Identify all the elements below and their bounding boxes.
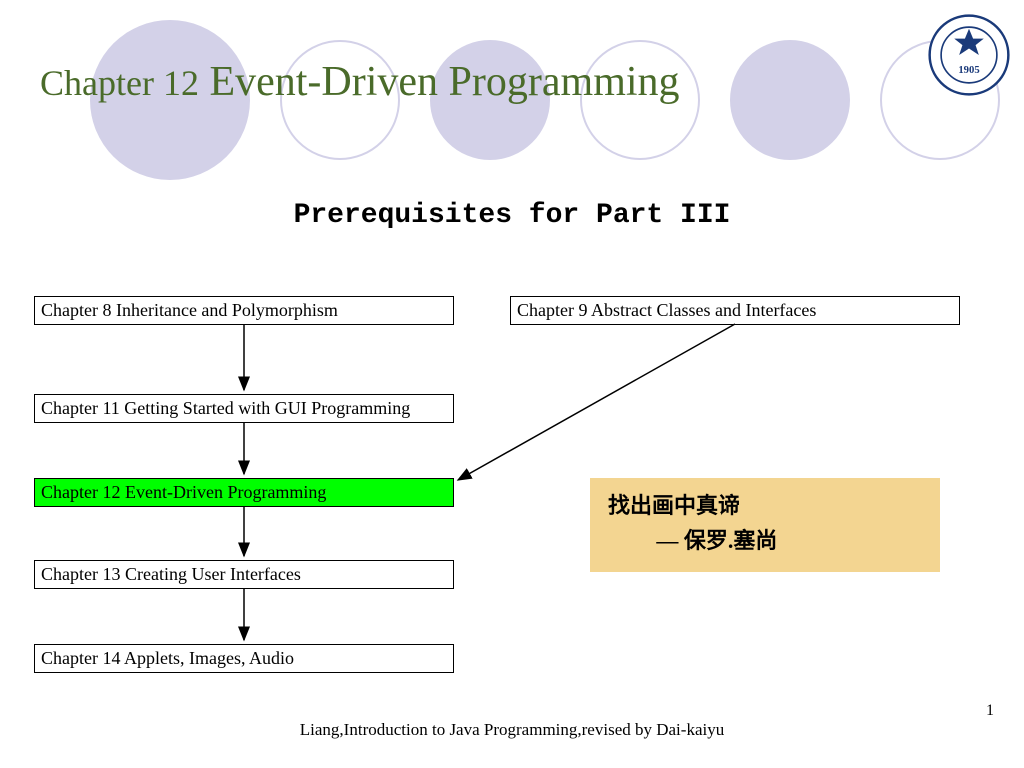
svg-text:1905: 1905 (958, 65, 979, 76)
quote-box: 找出画中真谛 — 保罗.塞尚 (590, 478, 940, 572)
chapter-prefix: Chapter 12 (40, 63, 199, 103)
box-ch14: Chapter 14 Applets, Images, Audio (34, 644, 454, 673)
slide-title: Chapter 12 Event-Driven Programming (40, 58, 680, 106)
quote-attribution: — 保罗.塞尚 (608, 523, 922, 558)
box-ch8: Chapter 8 Inheritance and Polymorphism (34, 296, 454, 325)
subtitle: Prerequisites for Part III (0, 200, 1024, 231)
box-ch12: Chapter 12 Event-Driven Programming (34, 478, 454, 507)
box-ch11: Chapter 11 Getting Started with GUI Prog… (34, 394, 454, 423)
quote-line1: 找出画中真谛 (608, 488, 922, 523)
page-number: 1 (986, 702, 994, 720)
footer-text: Liang,Introduction to Java Programming,r… (0, 720, 1024, 740)
university-seal-icon: 1905 (928, 14, 1010, 96)
title-main: Event-Driven Programming (199, 59, 680, 105)
box-ch9: Chapter 9 Abstract Classes and Interface… (510, 296, 960, 325)
box-ch13: Chapter 13 Creating User Interfaces (34, 560, 454, 589)
